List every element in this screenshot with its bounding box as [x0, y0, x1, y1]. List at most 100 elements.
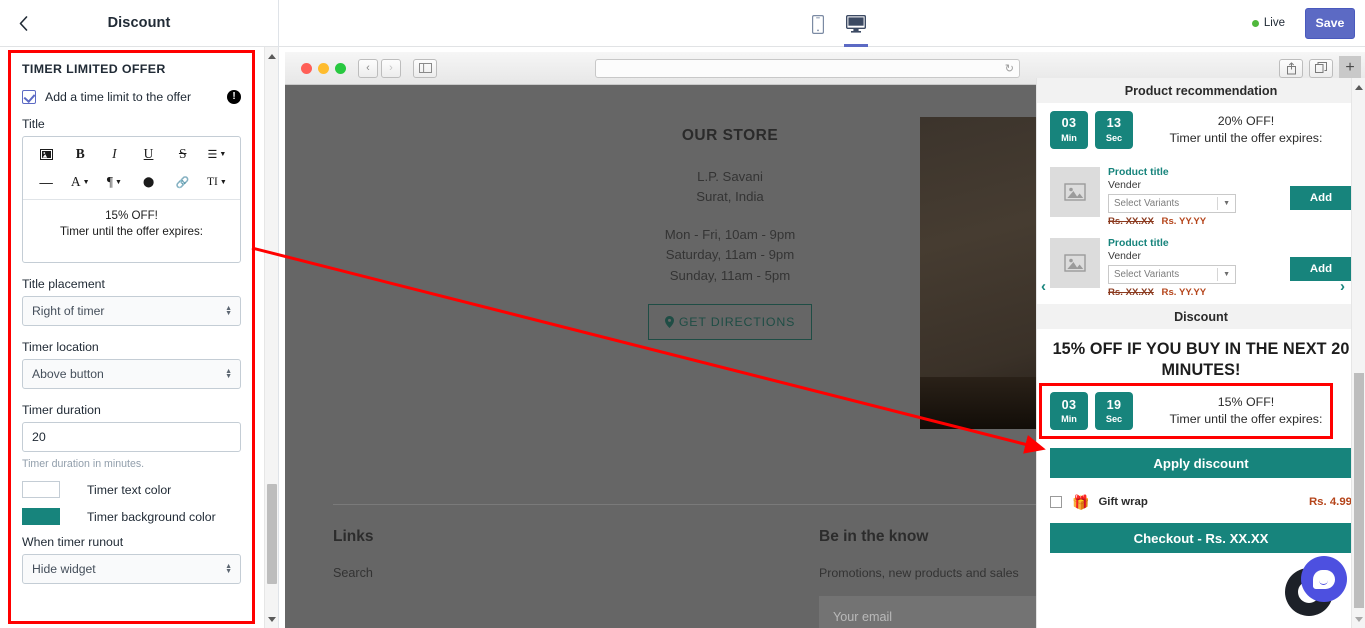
browser-right-controls: +	[1279, 56, 1361, 80]
scroll-down-icon[interactable]	[265, 612, 279, 626]
discount-timer-minutes: 03 Min	[1050, 392, 1088, 431]
sidebar-scrollbar[interactable]	[264, 47, 278, 628]
discount-timer-wrap: 03 Min 19 Sec 15% OFF! Timer until the o…	[1039, 383, 1352, 440]
timer-location-select[interactable]: Above button	[22, 359, 241, 389]
tab-overview-icon[interactable]	[1309, 58, 1333, 78]
product-thumbnail	[1050, 167, 1100, 217]
image-icon[interactable]	[36, 143, 56, 165]
paragraph-icon[interactable]: ¶ ▼	[104, 171, 124, 193]
product-title[interactable]: Product title	[1108, 238, 1352, 249]
scroll-up-icon[interactable]	[265, 49, 279, 63]
apply-discount-button[interactable]: Apply discount	[1050, 448, 1352, 479]
highlight-color-icon[interactable]: ⬤	[139, 171, 159, 193]
time-limit-label: Add a time limit to the offer	[45, 90, 192, 104]
reco-timer-caption: 20% OFF! Timer until the offer expires:	[1140, 113, 1352, 147]
widget-scrollbar[interactable]	[1351, 78, 1365, 628]
get-directions-button[interactable]: GET DIRECTIONS	[647, 304, 813, 341]
browser-forward-icon[interactable]: ›	[381, 58, 401, 78]
store-address-line-1: L.P. Savani	[697, 169, 763, 184]
store-info: OUR STORE L.P. Savani Surat, India Mon -…	[545, 127, 915, 341]
info-icon[interactable]: !	[227, 90, 241, 104]
variant-select[interactable]: Select Variants ▼	[1108, 265, 1236, 284]
timer-settings-form: TIMER LIMITED OFFER Add a time limit to …	[8, 50, 255, 598]
gift-icon: 🎁	[1072, 494, 1090, 511]
reco-timer-seconds-value: 13	[1106, 116, 1122, 131]
discount-body: 15% OFF IF YOU BUY IN THE NEXT 20 MINUTE…	[1037, 329, 1365, 562]
checkout-button[interactable]: Checkout - Rs. XX.XX	[1050, 523, 1352, 554]
chat-bubble-icon[interactable]	[1301, 556, 1347, 602]
product-recommendation-header: Product recommendation	[1037, 78, 1365, 103]
sidebar-toggle-icon[interactable]	[413, 58, 437, 78]
font-color-icon[interactable]: A ▼	[70, 171, 90, 193]
image-placeholder-icon	[1064, 254, 1086, 272]
timer-bg-color-label: Timer background color	[87, 509, 216, 524]
discount-header: Discount	[1037, 304, 1365, 329]
store-hours: Mon - Fri, 10am - 9pm Saturday, 11am - 9…	[545, 225, 915, 286]
timer-text-color-swatch[interactable]	[22, 481, 60, 498]
widget-scroll-up-icon[interactable]	[1352, 80, 1365, 94]
variant-select-divider	[1217, 268, 1218, 281]
reco-timer-seconds: 13 Sec	[1095, 111, 1133, 149]
editor-content[interactable]: 15% OFF! Timer until the offer expires:	[23, 200, 240, 262]
store-heading: OUR STORE	[681, 127, 779, 144]
new-tab-button[interactable]: +	[1339, 56, 1361, 80]
product-price: Rs. XX.XX Rs. YY.YY	[1108, 287, 1352, 298]
text-size-icon[interactable]: TI ▼	[207, 171, 227, 193]
app-root: Discount TIMER LIMITED OFFER Add a time …	[0, 0, 1365, 628]
title-field-label: Title	[22, 117, 45, 131]
widget-scrollbar-thumb[interactable]	[1354, 373, 1364, 608]
desktop-device-icon[interactable]	[837, 7, 875, 47]
store-address-line-2: Surat, India	[696, 189, 764, 205]
mobile-device-icon[interactable]	[799, 7, 837, 47]
timer-text-color-row: Timer text color	[22, 481, 241, 498]
gift-wrap-price: Rs. 4.99	[1308, 496, 1352, 509]
carousel-prev-icon[interactable]: ‹	[1041, 278, 1046, 295]
discount-timer-seconds-unit: Sec	[1105, 413, 1123, 424]
editor-toolbar-row-1: B I U S ☰ ▼	[25, 140, 238, 168]
timer-duration-input[interactable]	[22, 422, 241, 452]
discount-timer-minutes-unit: Min	[1061, 413, 1077, 424]
align-icon[interactable]: ☰ ▼	[207, 143, 227, 165]
add-product-button[interactable]: Add	[1290, 186, 1352, 210]
store-hero-section: OUR STORE L.P. Savani Surat, India Mon -…	[535, 85, 1165, 430]
editor-toolbar-row-2: — A ▼ ¶ ▼ ⬤ 🔗 TI ▼	[25, 168, 238, 196]
gift-wrap-row: 🎁 Gift wrap Rs. 4.99	[1050, 495, 1352, 509]
timer-bg-color-row: Timer background color	[22, 508, 241, 525]
chat-widget[interactable]	[1285, 556, 1347, 618]
maximize-window-dot[interactable]	[335, 62, 346, 74]
save-button[interactable]: Save	[1305, 7, 1355, 39]
link-icon[interactable]: 🔗	[173, 171, 193, 193]
when-runout-select[interactable]: Hide widget	[22, 554, 241, 584]
reload-icon[interactable]: ↻	[1005, 62, 1014, 75]
sidebar-scroll-area: TIMER LIMITED OFFER Add a time limit to …	[0, 47, 265, 628]
discount-headline: 15% OFF IF YOU BUY IN THE NEXT 20 MINUTE…	[1052, 340, 1350, 380]
variant-select[interactable]: Select Variants ▼	[1108, 194, 1236, 213]
product-recommendation-body: 03 Min 13 Sec 20% OFF! Timer until the o…	[1037, 103, 1365, 304]
store-hours-line: Saturday, 11am - 9pm	[665, 247, 795, 263]
back-chevron-icon[interactable]	[12, 12, 34, 34]
reco-timer-minutes-value: 03	[1061, 116, 1077, 131]
minimize-window-dot[interactable]	[318, 62, 329, 74]
product-title[interactable]: Product title	[1108, 167, 1352, 178]
sidebar-scrollbar-thumb[interactable]	[267, 484, 277, 584]
gift-wrap-checkbox[interactable]	[1050, 496, 1062, 509]
share-icon[interactable]	[1279, 58, 1303, 78]
time-limit-checkbox[interactable]	[22, 90, 36, 104]
widget-scroll-down-icon[interactable]	[1352, 612, 1365, 626]
product-row: Product title Vender Select Variants ▼ R…	[1050, 167, 1352, 227]
timer-bg-color-swatch[interactable]	[22, 508, 60, 525]
title-placement-select[interactable]: Right of timer	[22, 296, 241, 326]
browser-url-input[interactable]: ↻	[595, 58, 1020, 78]
editor-toolbar: B I U S ☰ ▼ — A ▼ ¶ ▼ ⬤ 🔗 TI ▼	[23, 137, 240, 199]
editor-topbar: Live Save	[279, 0, 1365, 47]
close-window-dot[interactable]	[301, 62, 312, 74]
window-controls	[301, 62, 346, 74]
bold-icon[interactable]: B	[70, 143, 90, 165]
italic-icon[interactable]: I	[104, 143, 124, 165]
carousel-next-icon[interactable]: ›	[1340, 278, 1345, 295]
discount-timer-minutes-value: 03	[1061, 397, 1077, 412]
browser-back-icon[interactable]: ‹	[358, 58, 378, 78]
underline-icon[interactable]: U	[139, 143, 159, 165]
horizontal-rule-icon[interactable]: —	[36, 171, 56, 193]
strikethrough-icon[interactable]: S	[173, 143, 193, 165]
